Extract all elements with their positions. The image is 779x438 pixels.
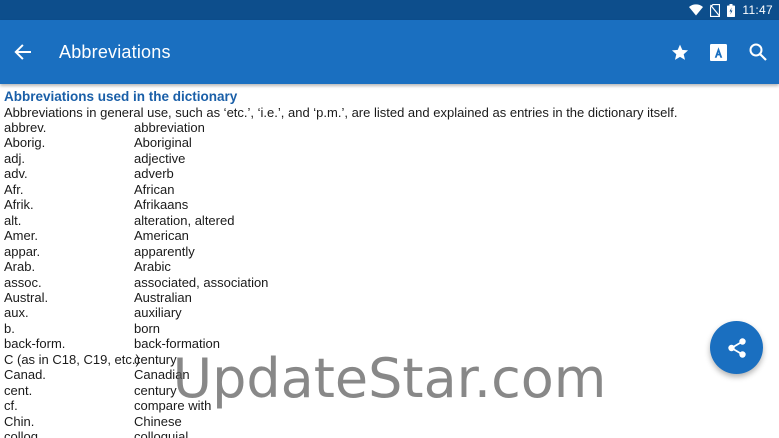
abbreviation-list: abbrev. abbreviation Aborig. Aboriginal adj.…: [4, 120, 774, 438]
app-bar: Abbreviations: [0, 20, 779, 84]
battery-icon: [727, 3, 736, 17]
abbreviations-content[interactable]: Abbreviations used in the dictionary Abb…: [4, 88, 774, 438]
list-item: abbrev. abbreviation: [4, 120, 774, 135]
abbreviation-term: adj.: [4, 150, 25, 166]
share-button[interactable]: [710, 321, 763, 374]
list-item: Canad. Canadian: [4, 367, 774, 382]
abbreviation-term: Afr.: [4, 181, 24, 197]
abbreviation-meaning: Arabic: [134, 259, 171, 275]
share-icon: [727, 337, 746, 358]
abbreviation-meaning: abbreviation: [134, 120, 205, 135]
abbreviation-meaning: Canadian: [134, 367, 190, 383]
abbreviation-meaning: Aboriginal: [134, 135, 192, 151]
abbreviation-meaning: Chinese: [134, 413, 182, 429]
abbreviation-meaning: Australian: [134, 289, 192, 305]
font-size-button[interactable]: [699, 30, 738, 74]
abbreviation-term: b.: [4, 320, 15, 336]
back-button[interactable]: [1, 30, 45, 74]
list-item: b. born: [4, 321, 774, 336]
list-item: cf. compare with: [4, 398, 774, 413]
app-bar-actions: [660, 30, 779, 74]
abbreviation-meaning: Afrikaans: [134, 197, 189, 213]
abbreviation-meaning: born: [134, 320, 161, 336]
star-icon: [671, 44, 688, 60]
abbreviation-meaning: back-formation: [134, 336, 220, 352]
abbreviation-term: Chin.: [4, 413, 35, 429]
abbreviation-meaning: compare with: [134, 398, 212, 414]
list-item: Amer. American: [4, 228, 774, 243]
list-item: adj. adjective: [4, 151, 774, 166]
abbreviation-meaning: auxiliary: [134, 305, 182, 321]
abbreviation-meaning: apparently: [134, 243, 195, 259]
search-icon: [749, 43, 767, 61]
list-item: Afrik. Afrikaans: [4, 197, 774, 212]
abbreviation-term: cent.: [4, 382, 33, 398]
abbreviation-term: assoc.: [4, 274, 42, 290]
list-item: adv. adverb: [4, 166, 774, 181]
abbreviation-term: aux.: [4, 305, 29, 321]
intro-text: Abbreviations in general use, such as ‘e…: [4, 105, 678, 120]
abbreviation-meaning: associated, association: [134, 274, 269, 290]
section-heading: Abbreviations used in the dictionary: [4, 89, 238, 104]
abbreviation-term: colloq.: [4, 429, 42, 438]
list-item: Arab. Arabic: [4, 259, 774, 274]
abbreviation-meaning: adjective: [134, 150, 186, 166]
abbreviation-term: Afrik.: [4, 197, 34, 213]
abbreviation-meaning: African: [134, 181, 175, 197]
abbreviation-meaning: colloquial: [134, 429, 189, 438]
search-button[interactable]: [738, 30, 777, 74]
abbreviation-term: Arab.: [4, 259, 36, 275]
list-item: appar. apparently: [4, 244, 774, 259]
list-item: aux. auxiliary: [4, 305, 774, 320]
arrow-left-icon: [14, 44, 31, 60]
list-item: alt. alteration, altered: [4, 213, 774, 228]
abbreviation-term: abbrev.: [4, 120, 47, 135]
abbreviation-meaning: century: [134, 351, 177, 367]
list-item: C (as in C18, C19, etc.) century: [4, 352, 774, 367]
abbreviation-term: alt.: [4, 212, 22, 228]
list-item: back-form. back-formation: [4, 336, 774, 351]
abbreviation-term: Aborig.: [4, 135, 46, 151]
favorite-button[interactable]: [660, 30, 699, 74]
status-time: 11:47: [742, 3, 773, 17]
abbreviation-term: Amer.: [4, 228, 38, 244]
page-title: Abbreviations: [59, 41, 171, 62]
list-item: Chin. Chinese: [4, 414, 774, 429]
abbreviation-term: appar.: [4, 243, 41, 259]
abbreviation-term: cf.: [4, 398, 18, 414]
abbreviation-term: Canad.: [4, 367, 46, 383]
no-sim-icon: [710, 3, 721, 17]
list-item: assoc. associated, association: [4, 275, 774, 290]
font-size-icon: [710, 43, 727, 61]
status-bar: 11:47: [0, 0, 779, 20]
abbreviation-meaning: adverb: [134, 166, 174, 182]
list-item: Austral. Australian: [4, 290, 774, 305]
abbreviation-term: adv.: [4, 166, 28, 182]
wifi-icon: [689, 4, 704, 16]
list-item: Aborig. Aboriginal: [4, 135, 774, 150]
abbreviation-term: Austral.: [4, 289, 49, 305]
abbreviation-meaning: alteration, altered: [134, 212, 235, 228]
list-item: Afr. African: [4, 182, 774, 197]
list-item: colloq. colloquial: [4, 429, 774, 438]
abbreviation-term: C (as in C18, C19, etc.): [4, 351, 140, 367]
list-item: cent. century: [4, 383, 774, 398]
abbreviation-term: back-form.: [4, 336, 66, 352]
abbreviation-meaning: century: [134, 382, 177, 398]
abbreviation-meaning: American: [134, 228, 189, 244]
